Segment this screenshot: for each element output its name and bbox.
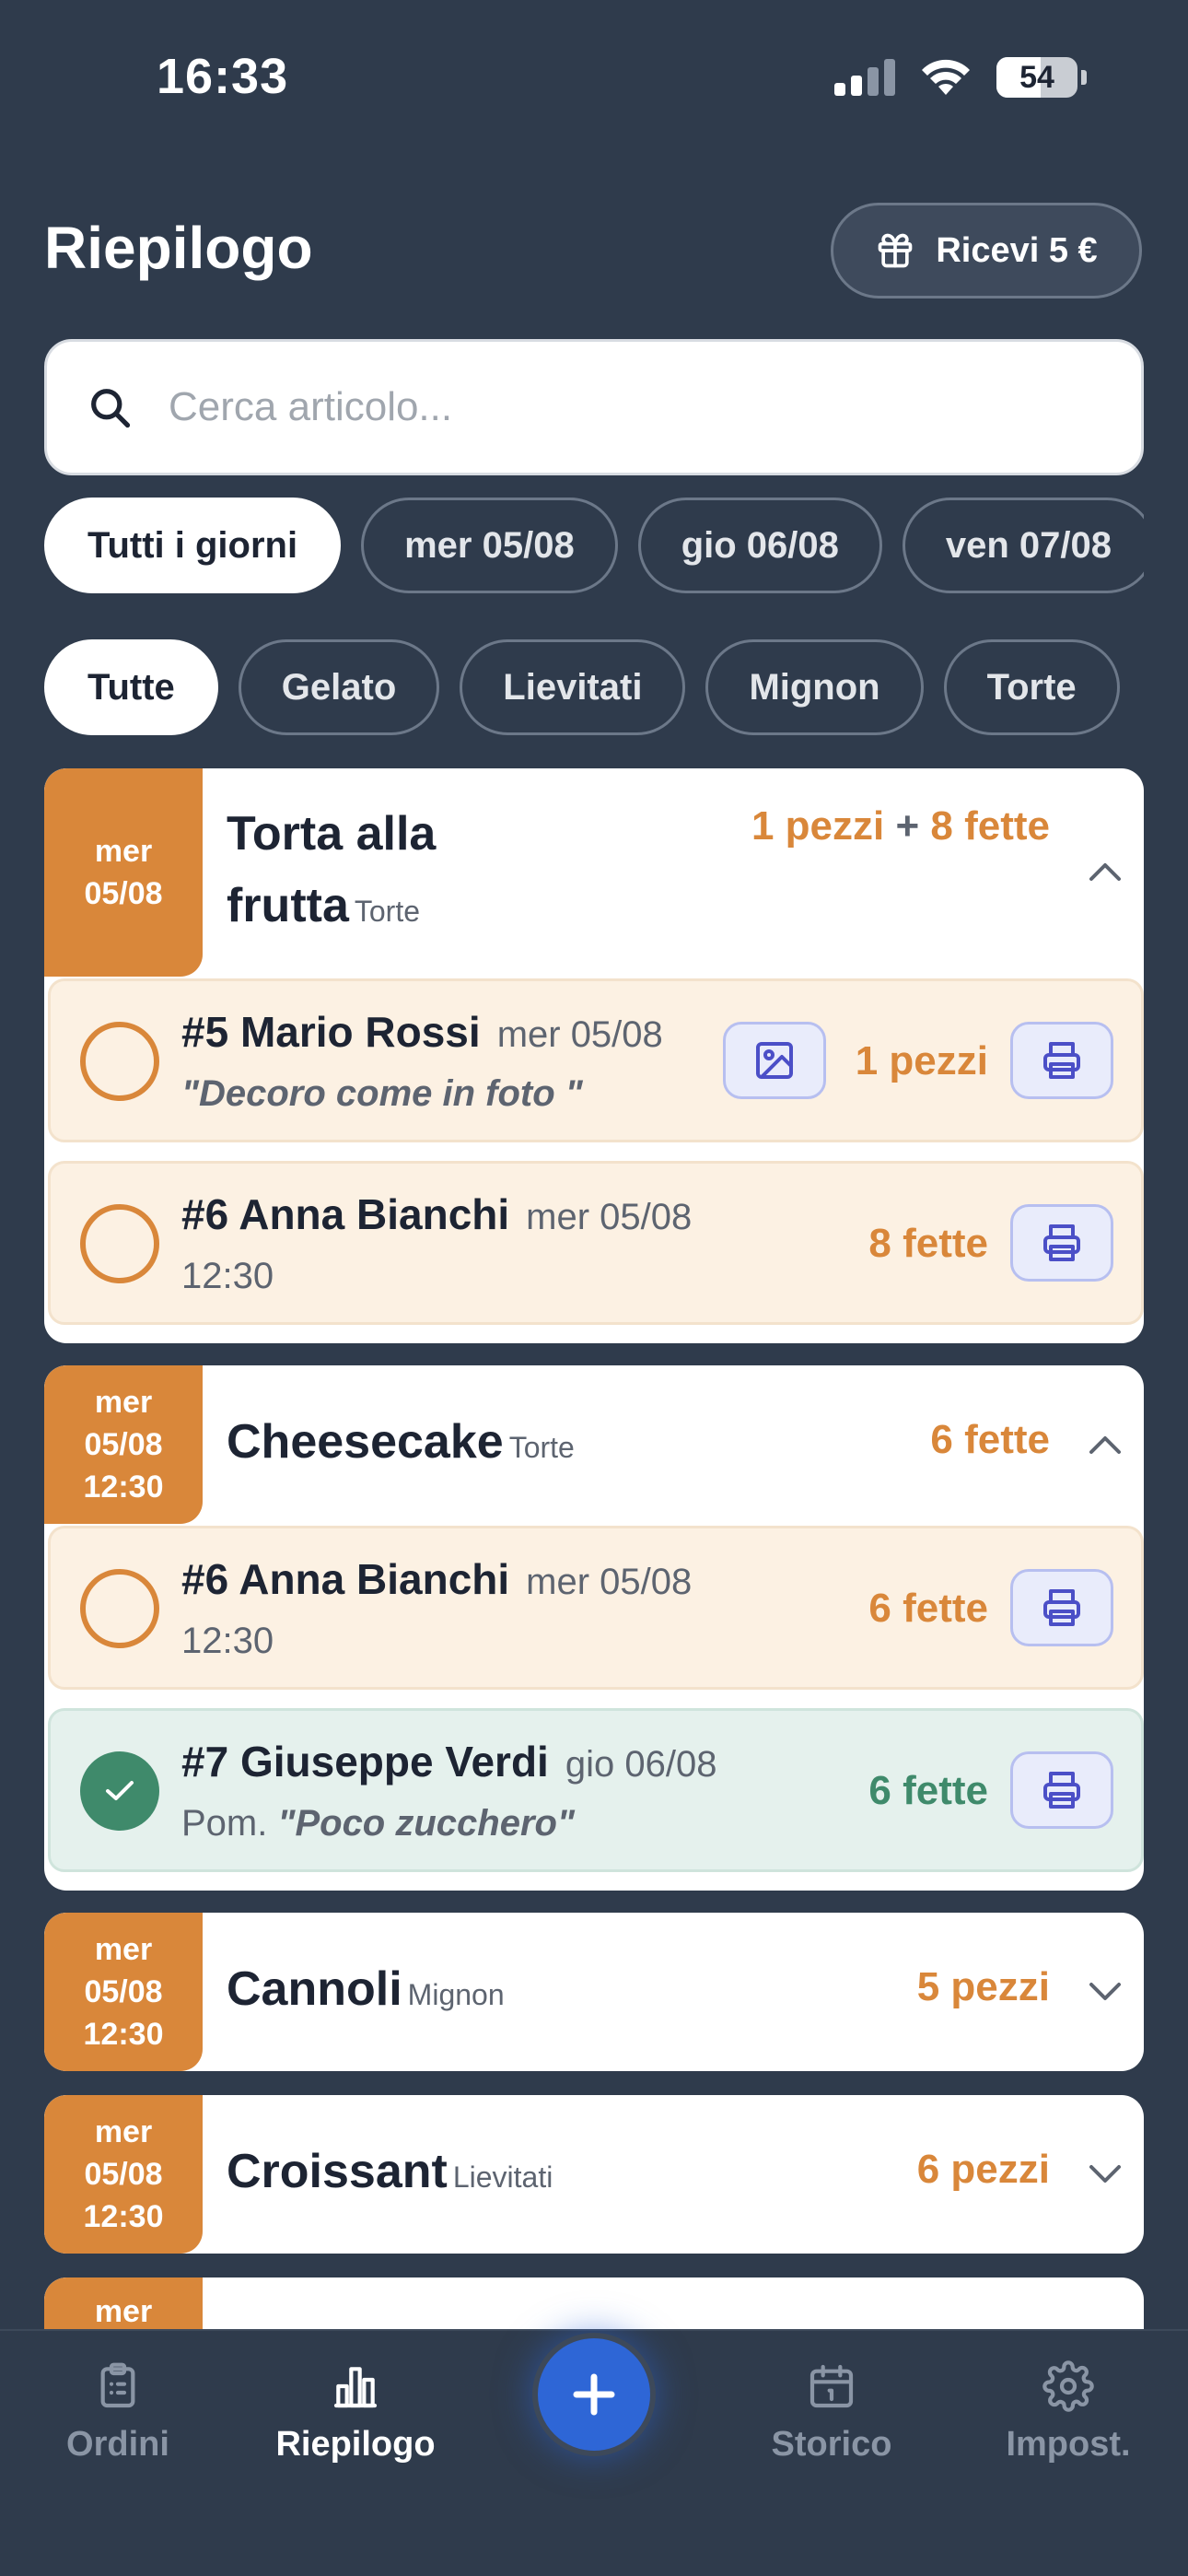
printer-icon: [1043, 1224, 1080, 1261]
complete-checkbox[interactable]: [80, 1022, 159, 1101]
complete-checkbox[interactable]: [80, 1569, 159, 1648]
chevron-down-icon[interactable]: [1087, 1973, 1124, 2010]
product-card-header[interactable]: mer 05/08 12:30 Croissant Lievitati 6 pez…: [44, 2095, 1144, 2254]
product-category: Torte: [354, 895, 421, 928]
search-input[interactable]: [169, 384, 997, 430]
battery-icon: 54: [996, 57, 1077, 98]
order-qty: 6 fette: [868, 1768, 988, 1813]
category-filter-mignon[interactable]: Mignon: [705, 639, 924, 735]
status-time: 16:33: [157, 49, 289, 104]
product-total-qty: 6 pezzi: [916, 2147, 1050, 2192]
print-button[interactable]: [1010, 1204, 1113, 1282]
add-order-button[interactable]: [532, 2333, 656, 2456]
product-category: Mignon: [407, 1978, 505, 2011]
order-qty: 8 fette: [868, 1221, 988, 1266]
wifi-icon: [922, 59, 970, 95]
image-icon: [756, 1042, 793, 1079]
order-date: mer 05/08: [526, 1197, 693, 1237]
order-row[interactable]: #5 Mario Rossi mer 05/08 "Decoro come in …: [48, 978, 1144, 1142]
printer-icon: [1043, 1042, 1080, 1079]
search-bar[interactable]: [44, 339, 1144, 475]
order-time: 12:30: [181, 1621, 274, 1661]
category-filter-lievitati[interactable]: Lievitati: [460, 639, 686, 735]
order-row[interactable]: #6 Anna Bianchi mer 05/08 12:30 6 fette: [48, 1526, 1144, 1690]
product-card: mer 05/08 12:30 Cheesecake Torte 6 fette …: [44, 1365, 1144, 1891]
status-bar: 16:33 54: [0, 0, 1188, 157]
nav-orders[interactable]: Ordini: [26, 2360, 210, 2465]
calendar-icon: [809, 2364, 854, 2408]
day-filter-all[interactable]: Tutti i giorni: [44, 498, 342, 593]
order-note: "Poco zucchero": [277, 1803, 575, 1844]
product-card[interactable]: mer 05/08 12:30 Croissant Lievitati 6 pez…: [44, 2095, 1144, 2254]
signal-icon: [834, 59, 895, 96]
print-button[interactable]: [1010, 1751, 1113, 1829]
product-card: mer 05/08 Torta alla frutta Torte 1 pezzi…: [44, 768, 1144, 1343]
printer-icon: [1043, 1589, 1080, 1626]
gift-icon: [878, 233, 913, 268]
order-customer: #7 Giuseppe Verdi: [181, 1738, 549, 1786]
product-total-qty: 6 fette: [930, 1417, 1050, 1462]
order-customer: #6 Anna Bianchi: [181, 1190, 510, 1238]
order-note: "Decoro come in foto ": [181, 1073, 583, 1114]
order-qty: 1 pezzi: [855, 1038, 988, 1083]
print-button[interactable]: [1010, 1022, 1113, 1099]
product-title: Cannoli Mignon: [227, 1962, 505, 2016]
category-filter-all[interactable]: Tutte: [44, 639, 218, 735]
product-card-header[interactable]: mer 05/08 12:30 Cheesecake Torte 6 fette: [44, 1365, 1144, 1524]
order-date: mer 05/08: [526, 1562, 693, 1602]
product-total-qty: 5 pezzi: [916, 1964, 1050, 2009]
printer-icon: [1043, 1772, 1080, 1809]
order-customer: #6 Anna Bianchi: [181, 1555, 510, 1603]
search-icon: [91, 389, 131, 428]
date-badge: mer 05/08: [44, 768, 203, 977]
day-filter-row: Tutti i giorni mer 05/08 gio 06/08 ven 0…: [44, 498, 1144, 593]
nav-summary[interactable]: Riepilogo: [263, 2360, 448, 2465]
order-time-slot: Pom.: [181, 1803, 268, 1844]
chevron-up-icon[interactable]: [1087, 853, 1124, 890]
clipboard-icon: [100, 2362, 135, 2408]
product-card[interactable]: mer 05/08 12:30 Cannoli Mignon 5 pezzi: [44, 1913, 1144, 2071]
battery-level: 54: [1019, 59, 1054, 95]
nav-history[interactable]: Storico: [740, 2360, 924, 2465]
order-qty: 6 fette: [868, 1586, 988, 1631]
plus-icon: [573, 2373, 615, 2416]
product-card-header[interactable]: mer 05/08 Torta alla frutta Torte 1 pezzi…: [44, 768, 1144, 977]
complete-checkbox[interactable]: [80, 1204, 159, 1283]
chevron-up-icon[interactable]: [1087, 1426, 1124, 1463]
product-category: Torte: [508, 1431, 575, 1464]
nav-settings[interactable]: Impost.: [976, 2360, 1160, 2465]
day-filter-ven[interactable]: ven 07/08: [902, 498, 1144, 593]
photo-button[interactable]: [723, 1022, 826, 1099]
order-row[interactable]: #7 Giuseppe Verdi gio 06/08 Pom. "Poco zu…: [48, 1708, 1144, 1872]
category-filter-gelato[interactable]: Gelato: [238, 639, 440, 735]
order-customer: #5 Mario Rossi: [181, 1008, 481, 1056]
order-row[interactable]: #6 Anna Bianchi mer 05/08 12:30 8 fette: [48, 1161, 1144, 1325]
referral-button-label: Ricevi 5 €: [936, 230, 1098, 270]
order-date: mer 05/08: [496, 1014, 663, 1055]
order-date: gio 06/08: [565, 1744, 717, 1785]
product-title: Croissant Lievitati: [227, 2145, 553, 2198]
bar-chart-icon: [333, 2367, 378, 2408]
complete-checkbox[interactable]: [80, 1751, 159, 1831]
date-badge: mer 05/08 12:30: [44, 2095, 203, 2254]
page-title: Riepilogo: [44, 215, 313, 281]
day-filter-mer[interactable]: mer 05/08: [361, 498, 618, 593]
referral-button[interactable]: Ricevi 5 €: [831, 203, 1142, 299]
date-badge: mer 05/08 12:30: [44, 1913, 203, 2071]
product-category: Lievitati: [452, 2160, 553, 2194]
day-filter-gio[interactable]: gio 06/08: [637, 498, 882, 593]
date-badge: mer 05/08 12:30: [44, 1365, 203, 1524]
product-total-qty: 1 pezzi + 8 fette: [751, 803, 1050, 849]
checkmark-icon: [106, 1781, 134, 1800]
product-card-header[interactable]: mer 05/08 12:30 Cannoli Mignon 5 pezzi: [44, 1913, 1144, 2071]
chevron-down-icon[interactable]: [1087, 2156, 1124, 2193]
product-title: Cheesecake Torte: [227, 1415, 575, 1469]
order-time: 12:30: [181, 1256, 274, 1296]
category-filter-torte[interactable]: Torte: [943, 639, 1120, 735]
category-filter-row: Tutte Gelato Lievitati Mignon Torte: [44, 639, 1144, 735]
product-title: Torta alla frutta Torte: [227, 807, 437, 932]
gear-icon: [1042, 2360, 1094, 2412]
print-button[interactable]: [1010, 1569, 1113, 1646]
